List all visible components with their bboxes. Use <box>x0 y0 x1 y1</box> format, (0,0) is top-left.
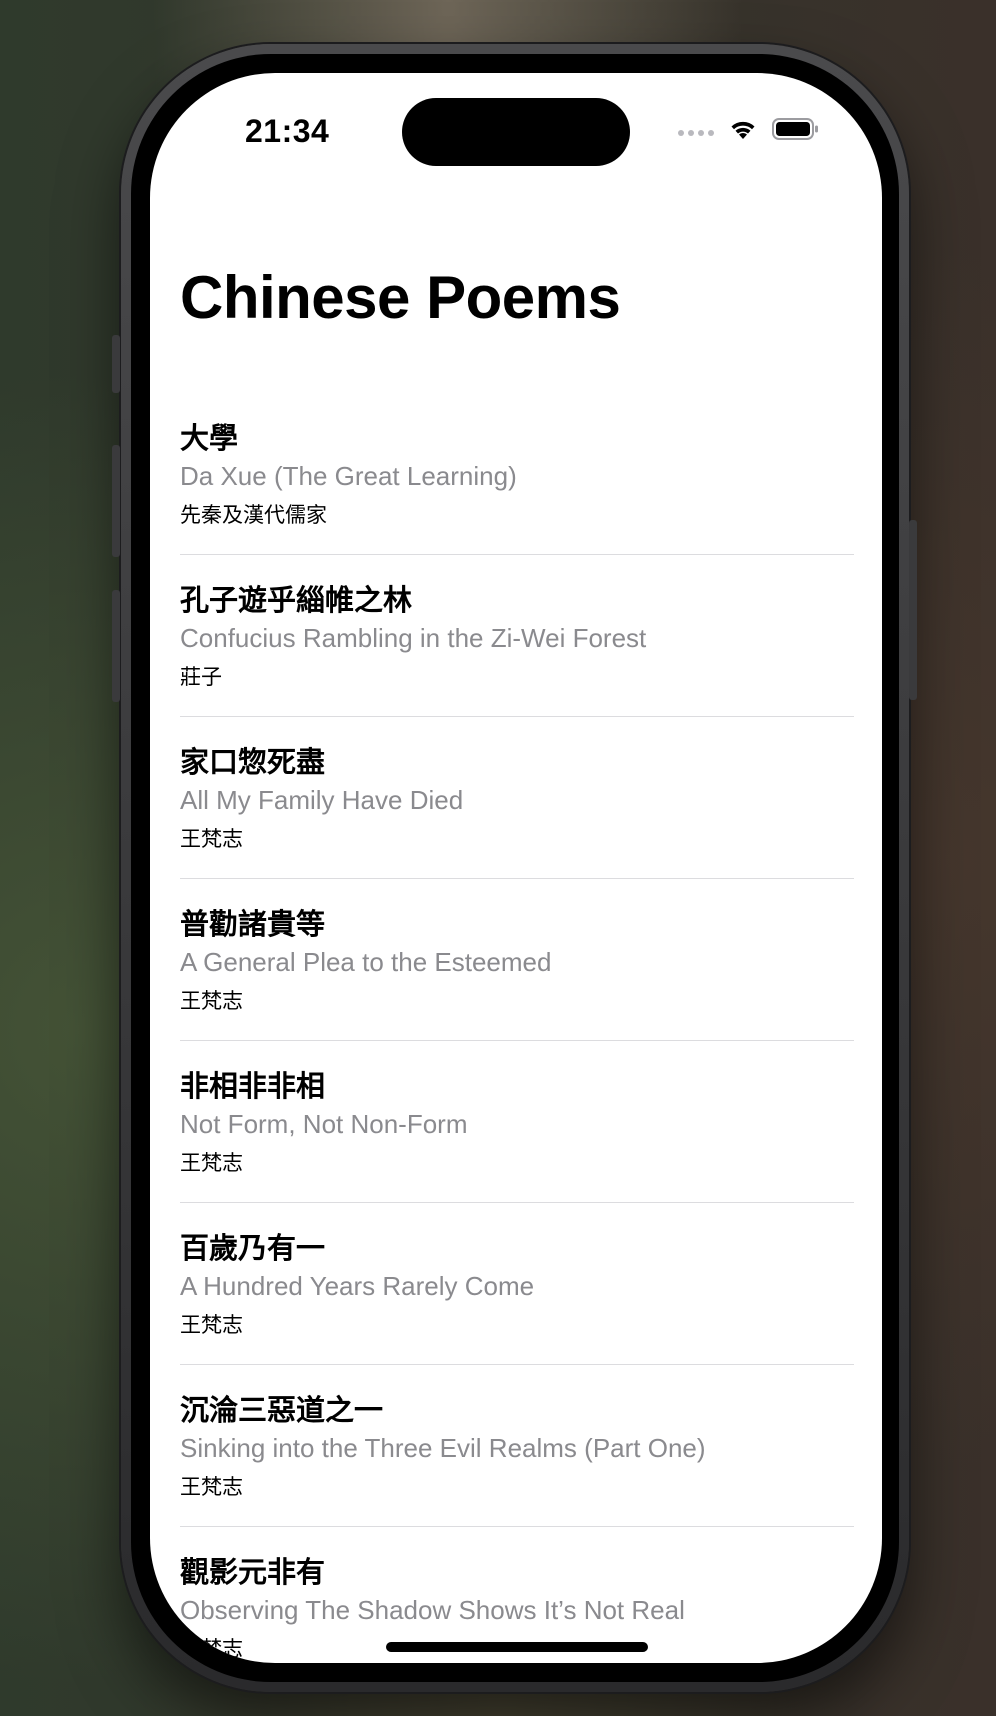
poem-subtitle: A Hundred Years Rarely Come <box>180 1271 535 1301</box>
poem-title: 普勸諸貴等 <box>180 909 326 941</box>
poem-title: 孔子遊乎緇帷之林 <box>180 585 413 617</box>
poem-title: 家口惣死盡 <box>180 747 326 779</box>
list-item[interactable]: 孔子遊乎緇帷之林 Confucius Rambling in the Zi-We… <box>180 555 854 717</box>
poem-title: 觀影元非有 <box>180 1557 326 1589</box>
status-icons <box>678 117 820 141</box>
list-item[interactable]: 非相非非相 Not Form, Not Non-Form 王梵志 <box>180 1041 854 1203</box>
poem-list: 大學 Da Xue (The Great Learning) 先秦及漢代儒家 孔… <box>180 393 854 1663</box>
list-item[interactable]: 普勸諸貴等 A General Plea to the Esteemed 王梵志 <box>180 879 854 1041</box>
volume-down-button <box>112 590 120 702</box>
page-title: Chinese Poems <box>180 264 621 331</box>
list-item[interactable]: 大學 Da Xue (The Great Learning) 先秦及漢代儒家 <box>180 393 854 555</box>
poem-author: 王梵志 <box>180 1638 243 1661</box>
status-time: 21:34 <box>245 113 330 149</box>
poem-title: 大學 <box>180 423 239 455</box>
poem-author: 王梵志 <box>180 1314 243 1337</box>
poem-author: 王梵志 <box>180 1476 243 1499</box>
poem-subtitle: A General Plea to the Esteemed <box>180 947 552 977</box>
cellular-signal-icon <box>678 130 714 136</box>
power-button <box>909 520 917 700</box>
poem-subtitle: Not Form, Not Non-Form <box>180 1109 468 1139</box>
poem-subtitle: Confucius Rambling in the Zi-Wei Forest <box>180 623 647 653</box>
silent-switch <box>112 335 120 393</box>
poem-subtitle: All My Family Have Died <box>180 785 464 815</box>
battery-icon <box>772 117 820 141</box>
poem-author: 王梵志 <box>180 1152 243 1175</box>
poem-subtitle: Da Xue (The Great Learning) <box>180 461 517 491</box>
poem-title: 百歲乃有一 <box>180 1233 326 1265</box>
poem-author: 莊子 <box>180 666 222 689</box>
poem-title: 非相非非相 <box>180 1071 326 1103</box>
home-indicator[interactable] <box>386 1642 648 1652</box>
list-item[interactable]: 沉淪三惡道之一 Sinking into the Three Evil Real… <box>180 1365 854 1527</box>
poem-title: 沉淪三惡道之一 <box>180 1395 384 1427</box>
poem-subtitle: Sinking into the Three Evil Realms (Part… <box>180 1433 706 1463</box>
dynamic-island <box>402 98 630 166</box>
list-item[interactable]: 百歲乃有一 A Hundred Years Rarely Come 王梵志 <box>180 1203 854 1365</box>
wifi-icon <box>728 117 758 141</box>
volume-up-button <box>112 445 120 557</box>
status-bar: 21:34 <box>150 73 882 173</box>
poem-author: 先秦及漢代儒家 <box>180 504 327 527</box>
poem-author: 王梵志 <box>180 990 243 1013</box>
screen: 21:34 Chinese Poems 大學 Da Xue (The Great… <box>150 73 882 1663</box>
list-item[interactable]: 家口惣死盡 All My Family Have Died 王梵志 <box>180 717 854 879</box>
poem-subtitle: Observing The Shadow Shows It’s Not Real <box>180 1595 685 1625</box>
poem-author: 王梵志 <box>180 828 243 851</box>
